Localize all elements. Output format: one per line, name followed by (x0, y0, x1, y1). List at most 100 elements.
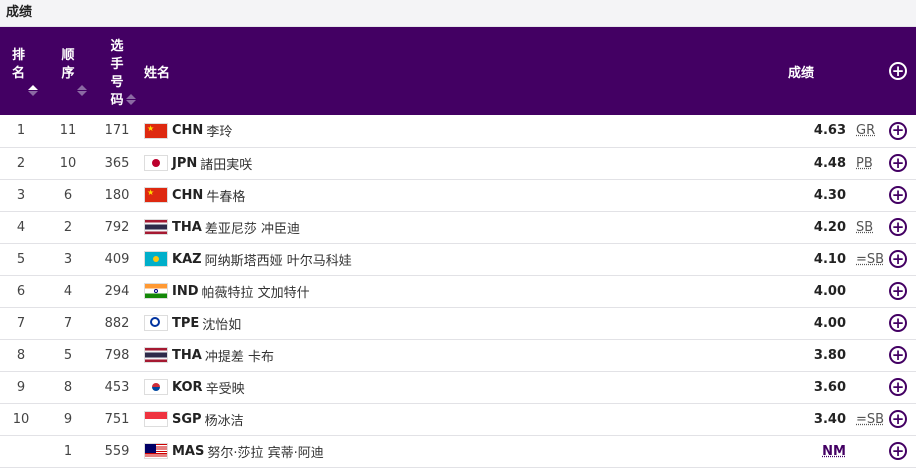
result-cell: 4.48 (813, 155, 846, 171)
flag-icon (144, 283, 168, 299)
rank-cell: 10 (12, 411, 30, 427)
table-row[interactable]: 2 10 365 JPN 諸田実咲 4.48 PB + (0, 147, 916, 179)
flag-icon (144, 122, 168, 139)
rank-header[interactable]: 排名 (0, 47, 38, 96)
flag-icon (144, 443, 168, 459)
results-table: 排名 顺序 选手号码 姓名 成绩 + 1 11 171 ★ CHN 李玲 4.6… (0, 27, 916, 468)
bib-cell: 294 (104, 283, 130, 299)
record-note (850, 188, 856, 203)
result-cell: 4.00 (813, 315, 846, 331)
result-cell: NM (822, 443, 846, 459)
expand-row-icon[interactable]: + (889, 442, 907, 460)
athlete-cell: CHN牛春格 (144, 186, 667, 205)
athlete-cell: CHN李玲 (144, 121, 667, 140)
sort-icon[interactable] (28, 84, 38, 96)
athlete-name[interactable]: 努尔·莎拉 宾蒂·阿迪 (207, 442, 323, 461)
country-code: IND (172, 283, 199, 299)
flag-icon (144, 347, 168, 363)
expand-row-icon[interactable]: + (889, 346, 907, 364)
result-cell: 3.40 (813, 411, 846, 427)
rank-cell: 5 (16, 251, 26, 267)
table-row[interactable]: 7 7 882 TPE 沈怡如 4.00 + (0, 307, 916, 339)
rank-cell: 2 (16, 155, 26, 171)
athlete-name[interactable]: 沈怡如 (202, 314, 241, 333)
record-note (850, 284, 856, 299)
country-code: JPN (172, 155, 198, 171)
bib-header[interactable]: 选手号码 (98, 38, 136, 108)
record-note (850, 380, 856, 395)
expand-row-icon[interactable]: + (889, 250, 907, 268)
expand-all-icon[interactable]: + (889, 62, 907, 80)
country-code: CHN (172, 123, 204, 139)
order-header-label: 顺序 (61, 47, 75, 81)
table-row[interactable]: 10 9 751 SGP 杨冰洁 3.40 =SB + (0, 403, 916, 435)
results-body: 111171CHN李玲4.63GR+210365JPN諸田実咲4.48PB+36… (0, 115, 916, 467)
record-note (850, 316, 856, 331)
bib-cell: 409 (104, 251, 130, 267)
result-header: 成绩 (787, 65, 814, 81)
athlete-name[interactable]: 諸田実咲 (200, 154, 252, 173)
order-cell: 1 (63, 443, 73, 459)
expand-row-icon[interactable]: + (889, 410, 907, 428)
table-row[interactable]: 1 559 MAS 努尔·莎拉 宾蒂·阿迪 NM + (0, 435, 916, 467)
flag-icon (144, 187, 168, 203)
athlete-name[interactable]: 差亚尼莎 冲臣迪 (205, 218, 300, 237)
bib-cell: 559 (104, 443, 130, 459)
bib-header-label: 选手号码 (110, 38, 124, 108)
table-row[interactable]: 9 8 453 KOR 辛受映 3.60 + (0, 371, 916, 403)
athlete-name[interactable]: 辛受映 (206, 378, 245, 397)
country-code: THA (172, 219, 202, 235)
table-row[interactable]: 5 3 409 KAZ 阿纳斯塔西娅 叶尔马科娃 4.10 =SB + (0, 243, 916, 275)
order-cell: 3 (63, 251, 73, 267)
rank-cell (0, 435, 42, 467)
order-header[interactable]: 顺序 (49, 47, 87, 96)
order-cell: 7 (63, 315, 73, 331)
section-title: 成绩 (0, 0, 916, 27)
country-code: KOR (172, 379, 203, 395)
record-note: SB (856, 219, 874, 235)
record-note (850, 444, 856, 459)
country-code: TPE (172, 315, 200, 331)
flag-icon (144, 219, 168, 235)
result-cell: 4.30 (813, 187, 846, 203)
athlete-cell: JPN 諸田実咲 (144, 154, 667, 173)
rank-cell: 4 (16, 219, 26, 235)
result-cell: 4.63 (813, 123, 846, 139)
expand-row-icon[interactable]: + (889, 282, 907, 300)
rank-cell: 7 (16, 315, 26, 331)
bib-cell: 792 (104, 219, 130, 235)
order-cell: 4 (63, 283, 73, 299)
record-note: =SB (856, 411, 885, 427)
expand-row-icon[interactable]: + (889, 218, 907, 236)
flag-icon (144, 411, 168, 427)
athlete-name[interactable]: 阿纳斯塔西娅 叶尔马科娃 (205, 250, 352, 269)
athlete-name[interactable]: 帕薇特拉 文加特什 (202, 282, 310, 301)
expand-row-icon[interactable]: + (889, 154, 907, 172)
table-row[interactable]: 6 4 294 IND 帕薇特拉 文加特什 4.00 + (0, 275, 916, 307)
table-row[interactable]: 111171CHN李玲4.63GR+ (0, 115, 916, 147)
bib-cell: 453 (104, 379, 130, 395)
athlete-name[interactable]: 李玲 (206, 121, 232, 140)
result-cell: 3.80 (813, 347, 846, 363)
sort-icon[interactable] (77, 84, 87, 96)
rank-cell: 3 (16, 187, 26, 203)
table-row[interactable]: 8 5 798 THA 冲提差 卡布 3.80 + (0, 339, 916, 371)
table-row[interactable]: 4 2 792 THA 差亚尼莎 冲臣迪 4.20 SB + (0, 211, 916, 243)
athlete-name[interactable]: 冲提差 卡布 (205, 346, 274, 365)
bib-cell: 180 (104, 187, 130, 203)
order-cell: 2 (63, 219, 73, 235)
result-cell: 4.00 (813, 283, 846, 299)
expand-row-icon[interactable]: + (889, 314, 907, 332)
record-note (850, 348, 856, 363)
sort-icon[interactable] (126, 93, 136, 105)
order-cell: 9 (63, 411, 73, 427)
country-code: CHN (172, 187, 204, 203)
expand-row-icon[interactable]: + (889, 378, 907, 396)
athlete-cell: TPE 沈怡如 (144, 314, 667, 333)
athlete-name[interactable]: 杨冰洁 (205, 410, 244, 429)
athlete-name[interactable]: 牛春格 (206, 186, 245, 205)
table-row[interactable]: 3 6 180 CHN牛春格 4.30 + (0, 179, 916, 211)
expand-row-icon[interactable]: + (889, 186, 907, 204)
expand-row-icon[interactable]: + (889, 121, 907, 140)
athlete-cell: IND 帕薇特拉 文加特什 (144, 282, 667, 301)
